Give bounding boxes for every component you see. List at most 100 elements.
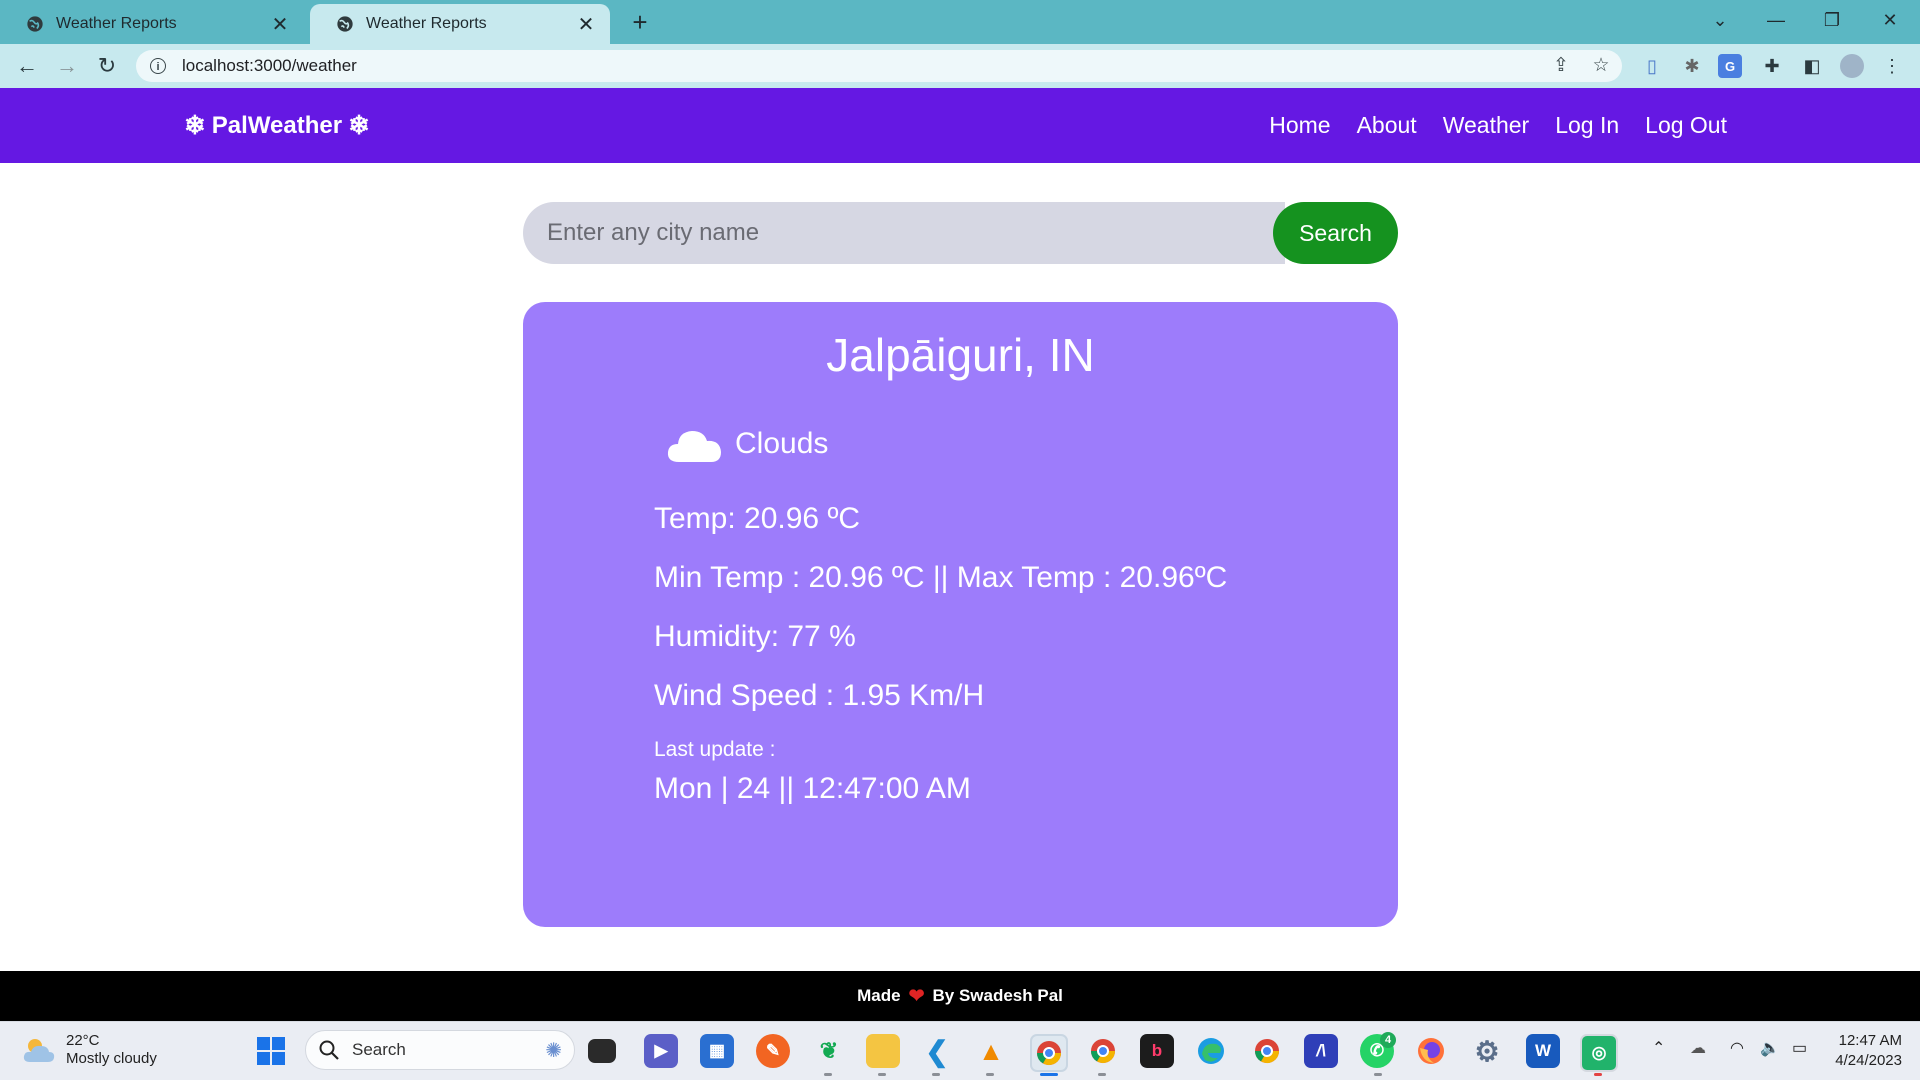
partly-cloudy-icon — [23, 1039, 55, 1062]
footer-made: Made — [857, 986, 901, 1005]
wind-speed: Wind Speed : 1.95 Km/H — [654, 679, 985, 712]
snowflake-icon: ❄ — [184, 110, 206, 140]
search-highlight-icon: ✺ — [545, 1039, 562, 1062]
brand-name: PalWeather — [211, 111, 343, 139]
bookmark-star-icon[interactable]: ☆ — [1588, 52, 1614, 78]
heart-icon: ❤ — [908, 985, 925, 1007]
running-indicator — [986, 1073, 994, 1076]
min-max-temperature: Min Temp : 20.96 ºC || Max Temp : 20.96º… — [654, 561, 1228, 594]
postman-icon[interactable]: ✎ — [756, 1034, 790, 1068]
globe-icon — [27, 16, 43, 32]
browser-tab-1[interactable]: Weather Reports ✕ — [0, 4, 304, 44]
temperature: Temp: 20.96 ºC — [654, 502, 861, 535]
whatsapp-badge: 4 — [1380, 1032, 1396, 1048]
running-indicator — [878, 1073, 886, 1076]
city-search-form: Search — [523, 202, 1398, 264]
last-update-label: Last update : — [654, 738, 776, 761]
city-name: Jalpāiguri, IN — [826, 329, 1095, 381]
side-panel-icon[interactable]: ◧ — [1800, 54, 1824, 78]
teams-icon[interactable]: ▶ — [644, 1034, 678, 1068]
weather-condition: Clouds — [665, 422, 828, 466]
tab-close-icon[interactable]: ✕ — [270, 12, 290, 37]
brand-logo[interactable]: ❄ PalWeather ❄ — [184, 88, 370, 163]
edge-icon[interactable] — [1194, 1034, 1228, 1068]
site-footer: Made ❤ By Swadesh Pal — [0, 971, 1920, 1021]
system-clock[interactable]: 12:47 AM 4/24/2023 — [1835, 1031, 1902, 1071]
browser-tab-2[interactable]: Weather Reports ✕ — [310, 4, 610, 44]
taskbar-search-text: Search — [352, 1040, 406, 1059]
browser-tab-bar: Weather Reports ✕ Weather Reports ✕ + ⌄ … — [0, 0, 1920, 44]
running-indicator — [1594, 1073, 1602, 1076]
url-text: localhost:3000/weather — [182, 56, 357, 75]
running-indicator — [824, 1073, 832, 1076]
footer-author: By Swadesh Pal — [932, 986, 1063, 1005]
restore-button[interactable]: ❐ — [1804, 0, 1860, 40]
browser-menu-icon[interactable]: ⋮ — [1880, 54, 1904, 78]
chrome-profile-2-icon[interactable] — [1086, 1034, 1120, 1068]
mongodb-icon[interactable]: ❦ — [812, 1034, 846, 1068]
nav-link-login[interactable]: Log In — [1555, 112, 1619, 139]
vscode-icon[interactable]: ❮ — [920, 1034, 954, 1068]
task-view-icon[interactable] — [588, 1039, 616, 1063]
cloud-icon — [667, 431, 721, 462]
active-app-icon[interactable]: ◎ — [1580, 1034, 1618, 1072]
tab-title: Weather Reports — [56, 15, 177, 32]
running-indicator — [932, 1073, 940, 1076]
tab-title: Weather Reports — [366, 15, 487, 32]
clock-date: 4/24/2023 — [1835, 1052, 1902, 1069]
nav-links: Home About Weather Log In Log Out — [1269, 88, 1727, 163]
weather-widget[interactable]: 22°C Mostly cloudy — [22, 1032, 157, 1068]
chrome-profile-1-icon[interactable] — [1030, 1034, 1068, 1072]
new-tab-button[interactable]: + — [624, 6, 656, 38]
tray-chevron-icon[interactable]: ⌃ — [1652, 1038, 1665, 1058]
app-b-icon[interactable]: b — [1140, 1034, 1174, 1068]
search-button[interactable]: Search — [1273, 202, 1398, 264]
extension-bug-icon[interactable]: ✱ — [1680, 54, 1704, 78]
translate-extension-icon[interactable]: G — [1718, 54, 1742, 78]
word-icon[interactable]: W — [1526, 1034, 1560, 1068]
windows-start-icon[interactable] — [254, 1034, 288, 1068]
tab-close-icon[interactable]: ✕ — [576, 12, 596, 37]
onedrive-icon[interactable]: ☁ — [1690, 1038, 1706, 1058]
chrome-icon[interactable] — [1250, 1034, 1284, 1068]
tab-search-icon[interactable]: ⌄ — [1692, 0, 1748, 40]
nav-link-logout[interactable]: Log Out — [1645, 112, 1727, 139]
share-icon[interactable]: ⇪ — [1548, 52, 1574, 78]
browser-toolbar: ← → ↻ i localhost:3000/weather ⇪ ☆ ▯ ✱ G… — [0, 44, 1920, 88]
last-update-value: Mon | 24 || 12:47:00 AM — [654, 772, 971, 805]
taskbar-weather-temp: 22°C — [66, 1032, 100, 1049]
firefox-icon[interactable] — [1414, 1034, 1448, 1068]
close-window-button[interactable]: ✕ — [1862, 0, 1918, 40]
site-info-icon[interactable]: i — [150, 58, 166, 74]
clock-time: 12:47 AM — [1838, 1032, 1902, 1049]
weather-card: Jalpāiguri, IN Clouds Temp: 20.96 ºC Min… — [523, 302, 1398, 927]
reload-icon[interactable]: ↻ — [92, 51, 122, 81]
taskbar-search[interactable]: Search ✺ — [305, 1030, 575, 1070]
humidity: Humidity: 77 % — [654, 620, 856, 653]
vlc-icon[interactable]: ▲ — [974, 1034, 1008, 1068]
volume-icon[interactable]: 🔈 — [1760, 1038, 1780, 1058]
address-bar[interactable]: i localhost:3000/weather — [136, 50, 1622, 82]
store-icon[interactable]: ▦ — [700, 1034, 734, 1068]
city-search-input[interactable] — [523, 202, 1285, 264]
battery-icon[interactable]: ▭ — [1792, 1038, 1807, 1058]
wifi-icon[interactable]: ◠ — [1730, 1038, 1744, 1058]
minimize-button[interactable]: — — [1748, 0, 1804, 40]
extension-reader-icon[interactable]: ▯ — [1640, 54, 1664, 78]
nav-link-weather[interactable]: Weather — [1443, 112, 1530, 139]
nav-link-home[interactable]: Home — [1269, 112, 1330, 139]
profile-avatar-icon[interactable] — [1840, 54, 1864, 78]
taskbar-weather-desc: Mostly cloudy — [66, 1050, 157, 1067]
site-navbar: ❄ PalWeather ❄ Home About Weather Log In… — [0, 88, 1920, 163]
forward-arrow-icon[interactable]: → — [52, 51, 82, 81]
nav-link-about[interactable]: About — [1357, 112, 1417, 139]
extensions-puzzle-icon[interactable]: ✚ — [1760, 54, 1784, 78]
active-indicator — [1040, 1073, 1058, 1076]
running-indicator — [1374, 1073, 1382, 1076]
running-indicator — [1098, 1073, 1106, 1076]
file-explorer-icon[interactable] — [866, 1034, 900, 1068]
settings-gear-icon[interactable]: ⚙ — [1470, 1034, 1504, 1068]
back-arrow-icon[interactable]: ← — [12, 51, 42, 81]
condition-text: Clouds — [735, 427, 829, 460]
app-slash-icon[interactable]: /\ — [1304, 1034, 1338, 1068]
